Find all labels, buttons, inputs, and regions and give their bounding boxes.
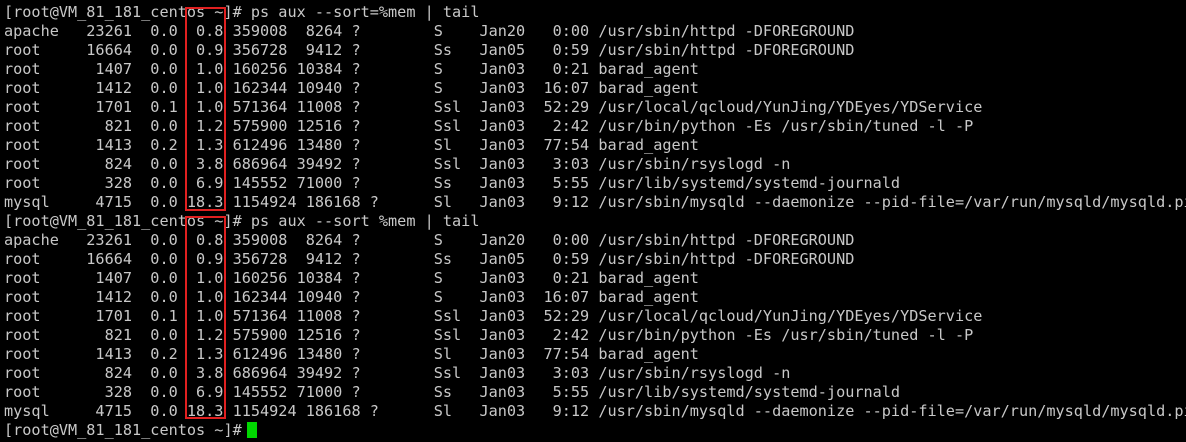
terminal-line: root 824 0.0 3.8 686964 39492 ? Ssl Jan0…	[4, 364, 791, 382]
terminal-line: root 328 0.0 6.9 145552 71000 ? Ss Jan03…	[4, 383, 901, 401]
terminal-window[interactable]: [root@VM_81_181_centos ~]# ps aux --sort…	[0, 0, 1186, 442]
terminal-prompt-line[interactable]: [root@VM_81_181_centos ~]#	[4, 421, 257, 440]
terminal-line: root 1701 0.1 1.0 571364 11008 ? Ssl Jan…	[4, 98, 983, 116]
terminal-line: root 821 0.0 1.2 575900 12516 ? Ssl Jan0…	[4, 326, 974, 344]
terminal-line: root 1413 0.2 1.3 612496 13480 ? Sl Jan0…	[4, 345, 699, 363]
terminal-line: root 1412 0.0 1.0 162344 10940 ? S Jan03…	[4, 79, 699, 97]
shell-prompt: [root@VM_81_181_centos ~]#	[4, 421, 242, 439]
terminal-line: root 824 0.0 3.8 686964 39492 ? Ssl Jan0…	[4, 155, 791, 173]
terminal-line: root 328 0.0 6.9 145552 71000 ? Ss Jan03…	[4, 174, 901, 192]
terminal-line: apache 23261 0.0 0.8 359008 8264 ? S Jan…	[4, 231, 855, 249]
terminal-line: root 1407 0.0 1.0 160256 10384 ? S Jan03…	[4, 60, 699, 78]
terminal-line: root 16664 0.0 0.9 356728 9412 ? Ss Jan0…	[4, 250, 855, 268]
terminal-line: root 1412 0.0 1.0 162344 10940 ? S Jan03…	[4, 288, 699, 306]
terminal-line: root 1413 0.2 1.3 612496 13480 ? Sl Jan0…	[4, 136, 699, 154]
terminal-line: root 1407 0.0 1.0 160256 10384 ? S Jan03…	[4, 269, 699, 287]
terminal-line: root 16664 0.0 0.9 356728 9412 ? Ss Jan0…	[4, 41, 855, 59]
terminal-line: root 821 0.0 1.2 575900 12516 ? Ssl Jan0…	[4, 117, 974, 135]
terminal-cursor	[246, 422, 257, 438]
terminal-line: root 1701 0.1 1.0 571364 11008 ? Ssl Jan…	[4, 307, 983, 325]
terminal-line: [root@VM_81_181_centos ~]# ps aux --sort…	[4, 212, 480, 230]
terminal-line: [root@VM_81_181_centos ~]# ps aux --sort…	[4, 3, 480, 21]
terminal-line: mysql 4715 0.0 18.3 1154924 186168 ? Sl …	[4, 402, 1186, 420]
terminal-line: apache 23261 0.0 0.8 359008 8264 ? S Jan…	[4, 22, 855, 40]
terminal-line: mysql 4715 0.0 18.3 1154924 186168 ? Sl …	[4, 193, 1186, 211]
